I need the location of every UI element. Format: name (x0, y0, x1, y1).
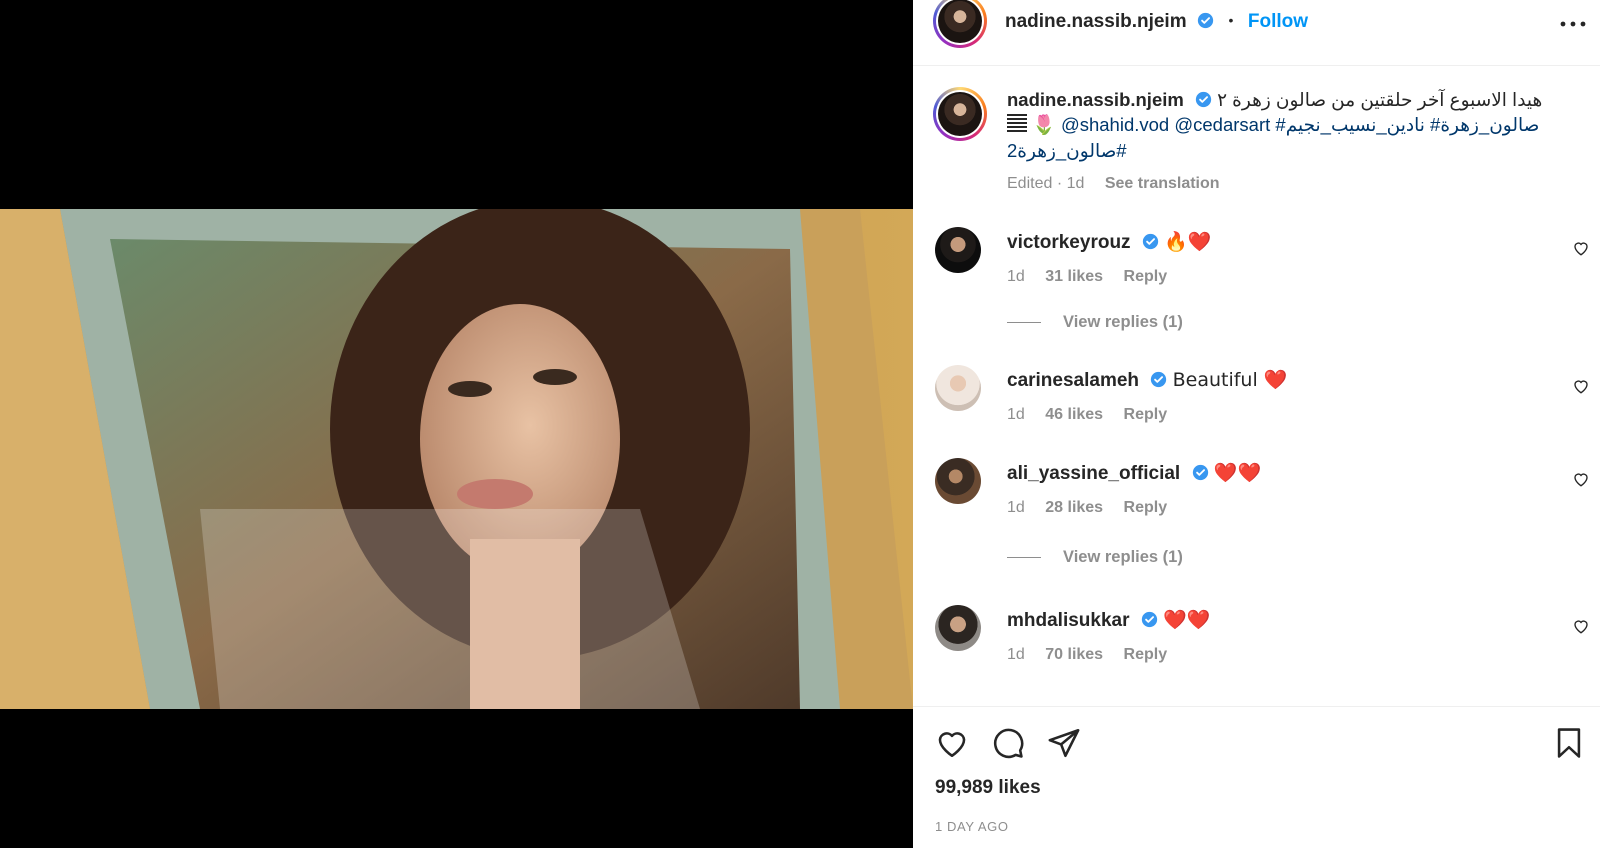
reply-button[interactable]: Reply (1124, 268, 1168, 285)
comment-age: 1d (1007, 406, 1025, 423)
replies-divider (1007, 322, 1041, 324)
verified-badge-icon (1151, 371, 1167, 388)
post-actions: 99,989 likes 1 DAY AGO (913, 706, 1600, 848)
comment-icon[interactable] (991, 726, 1025, 760)
verified-badge-icon (1142, 233, 1158, 250)
paper-plane-icon[interactable] (1047, 726, 1081, 760)
post-sidebar: nadine.nassib.njeim • Follow nadine.nass… (913, 0, 1600, 848)
reply-button[interactable]: Reply (1124, 646, 1168, 663)
bookmark-icon[interactable] (1552, 726, 1586, 760)
comment-text: 🔥❤️ (1164, 231, 1212, 253)
comment-age: 1d (1007, 499, 1025, 516)
verified-badge-icon (1195, 91, 1212, 108)
comment-username[interactable]: mhdalisukkar (1007, 610, 1130, 631)
caption-username[interactable]: nadine.nassib.njeim (1007, 89, 1184, 110)
view-replies-button[interactable]: View replies (1) (1007, 313, 1183, 332)
post-media (0, 0, 913, 848)
like-count[interactable]: 99,989 likes (935, 777, 1041, 799)
post-header: nadine.nassib.njeim • Follow (913, 0, 1600, 66)
verified-badge-icon (1192, 464, 1208, 481)
comment-age: 1d (1007, 646, 1025, 663)
view-replies-label: View replies (1) (1063, 313, 1183, 331)
comment-username[interactable]: victorkeyrouz (1007, 232, 1131, 253)
heart-icon[interactable] (935, 726, 969, 760)
view-replies-button[interactable]: View replies (1) (1007, 548, 1183, 567)
comment-username[interactable]: carinesalameh (1007, 370, 1139, 391)
comment-age: 1d (1007, 268, 1025, 285)
comment-text: Beautiful ❤️ (1172, 369, 1288, 391)
comment-avatar[interactable] (935, 365, 981, 411)
comment-like-heart-icon[interactable] (1572, 617, 1590, 635)
caption-mentions[interactable]: @shahid.vod @cedarsart #صالون_زهرة# نادي… (1061, 114, 1539, 135)
striped-block-icon (1007, 114, 1027, 134)
reply-button[interactable]: Reply (1124, 406, 1168, 423)
reply-button[interactable]: Reply (1124, 499, 1168, 516)
author-username[interactable]: nadine.nassib.njeim (1005, 11, 1187, 32)
more-options-icon[interactable] (1558, 14, 1588, 34)
comment-likes[interactable]: 28 likes (1045, 499, 1103, 516)
see-translation-link[interactable]: See translation (1105, 175, 1220, 192)
comment-avatar[interactable] (935, 227, 981, 273)
comment-like-heart-icon[interactable] (1572, 239, 1590, 257)
header-separator: • (1228, 12, 1234, 28)
post-photo[interactable] (0, 209, 913, 709)
caption-line1: هيدا الاسبوع آخر حلقتين من صالون زهرة ٢ (1217, 89, 1543, 110)
verified-badge-icon (1197, 12, 1214, 29)
follow-button[interactable]: Follow (1248, 11, 1308, 32)
comment-likes[interactable]: 70 likes (1045, 646, 1103, 663)
comment-like-heart-icon[interactable] (1572, 377, 1590, 395)
comment-text: ❤️❤️ (1213, 462, 1262, 484)
caption-text: nadine.nassib.njeim هيدا الاسبوع آخر حلق… (1007, 87, 1567, 196)
caption-edited: Edited · 1d (1007, 175, 1085, 192)
comment-text: ❤️❤️ (1163, 609, 1211, 631)
caption-author-avatar[interactable] (933, 87, 987, 141)
caption-hashtag[interactable]: #صالون_زهرة2 (1007, 140, 1127, 161)
author-avatar[interactable] (933, 0, 987, 48)
tulip-emoji: 🌷 (1032, 114, 1056, 136)
comment-like-heart-icon[interactable] (1572, 470, 1590, 488)
comment-likes[interactable]: 31 likes (1045, 268, 1103, 285)
comment-username[interactable]: ali_yassine_official (1007, 463, 1180, 484)
replies-divider (1007, 557, 1041, 559)
comment-avatar[interactable] (935, 605, 981, 651)
comment-likes[interactable]: 46 likes (1045, 406, 1103, 423)
verified-badge-icon (1141, 611, 1157, 628)
comments-scroll[interactable]: nadine.nassib.njeim هيدا الاسبوع آخر حلق… (913, 67, 1600, 704)
post-timestamp: 1 DAY AGO (935, 819, 1009, 834)
view-replies-label: View replies (1) (1063, 548, 1183, 566)
comment-avatar[interactable] (935, 458, 981, 504)
